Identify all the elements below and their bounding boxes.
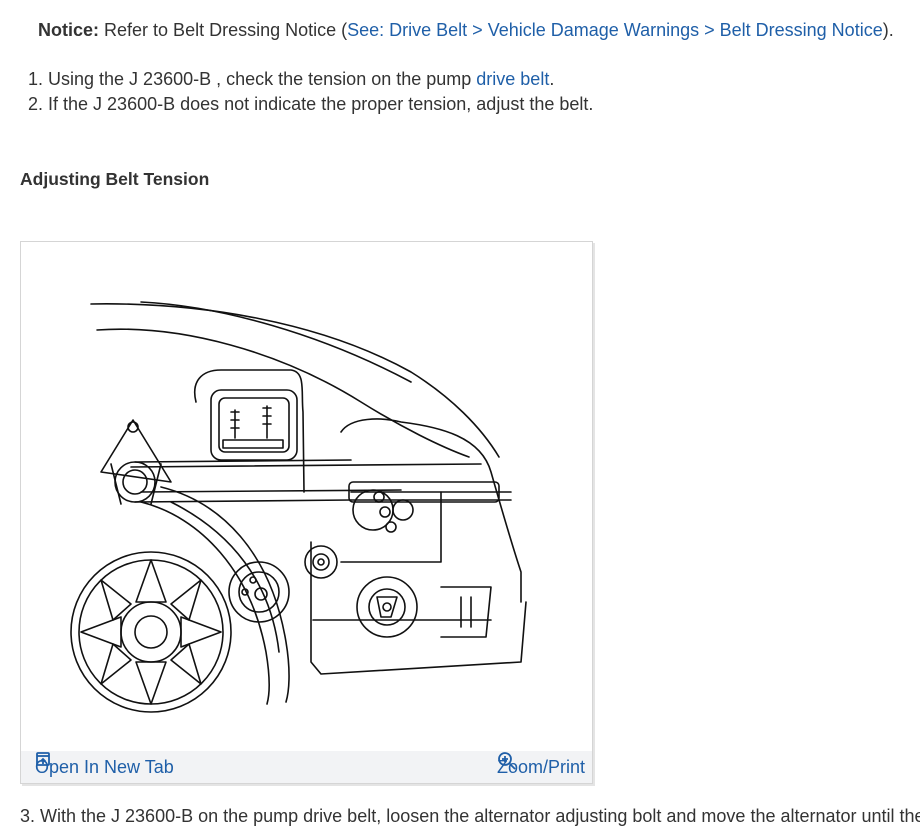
notice: Notice: Refer to Belt Dressing Notice (S… xyxy=(38,18,894,42)
notice-label: Notice: xyxy=(38,20,100,40)
list-item: 1. Using the J 23600-B , check the tensi… xyxy=(20,67,593,92)
notice-text-end: ). xyxy=(882,20,894,40)
step-text-end: . xyxy=(549,69,555,89)
zoom-in-icon xyxy=(498,752,516,770)
open-in-new-tab-label: Open In New Tab xyxy=(35,757,174,777)
step-number: 1. xyxy=(27,69,43,89)
step-text: Using the J 23600-B , check the tension … xyxy=(48,69,477,89)
figure-toolbar: Open In New Tab Zoom/Print xyxy=(21,751,592,783)
list-item: 2. If the J 23600-B does not indicate th… xyxy=(20,92,593,117)
figure-box: Open In New Tab Zoom/Print xyxy=(20,241,593,784)
section-heading: Adjusting Belt Tension xyxy=(20,169,210,189)
belt-dressing-notice-link[interactable]: See: Drive Belt > Vehicle Damage Warning… xyxy=(347,20,883,40)
step-number: 2. xyxy=(27,94,43,114)
open-new-tab-icon xyxy=(36,752,50,766)
open-in-new-tab-button[interactable]: Open In New Tab xyxy=(35,751,174,783)
notice-text: Refer to Belt Dressing Notice ( xyxy=(104,20,348,40)
step-text: If the J 23600-B does not indicate the p… xyxy=(48,94,594,114)
next-step-partial: 3. With the J 23600-B on the pump drive … xyxy=(20,806,920,826)
steps-list: 1. Using the J 23600-B , check the tensi… xyxy=(20,67,593,117)
zoom-print-button[interactable]: Zoom/Print xyxy=(497,751,585,783)
drive-belt-link[interactable]: drive belt xyxy=(476,69,549,89)
belt-tension-illustration[interactable] xyxy=(21,242,592,750)
